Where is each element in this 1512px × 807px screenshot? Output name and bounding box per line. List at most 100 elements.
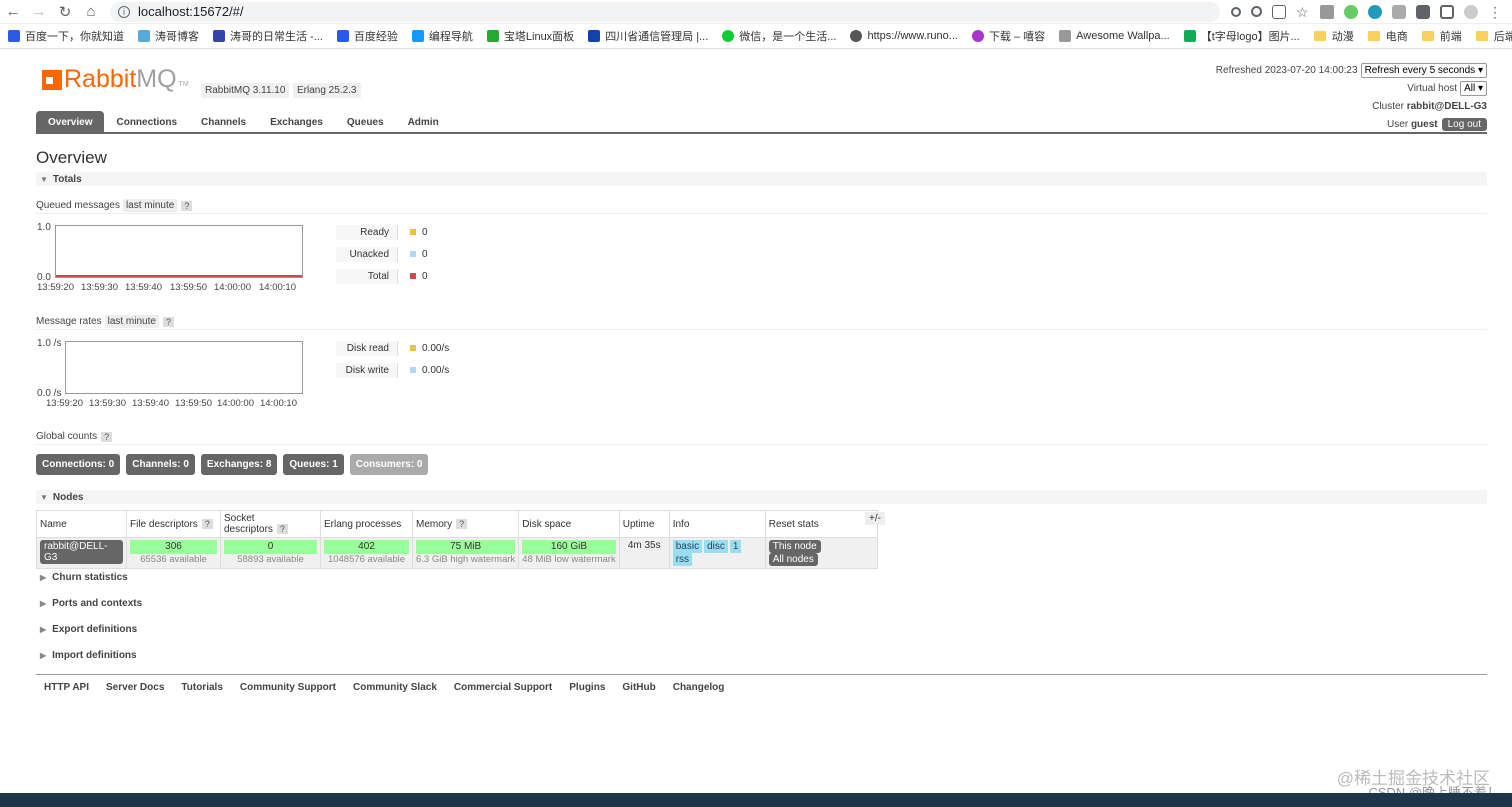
expand-arrow-icon: ▶ bbox=[40, 625, 47, 634]
queues-count-button[interactable]: Queues: 1 bbox=[283, 454, 344, 475]
global-counts: Connections: 0 Channels: 0 Exchanges: 8 … bbox=[36, 454, 429, 475]
tab-exchanges[interactable]: Exchanges bbox=[258, 111, 335, 134]
legend-label: Total bbox=[336, 268, 398, 284]
bookmark-folder[interactable]: 电商 bbox=[1367, 28, 1408, 44]
forward-icon[interactable]: → bbox=[26, 0, 52, 24]
extension-v-icon[interactable] bbox=[1320, 4, 1334, 19]
home-icon[interactable]: ⌂ bbox=[78, 0, 104, 24]
footer-link-plugins[interactable]: Plugins bbox=[569, 682, 605, 693]
channels-count-button[interactable]: Channels: 0 bbox=[126, 454, 195, 475]
main-tabs: Overview Connections Channels Exchanges … bbox=[36, 111, 1487, 134]
columns-toggle-button[interactable]: +/- bbox=[865, 512, 885, 525]
queued-range-toggle[interactable]: last minute bbox=[122, 199, 178, 212]
info-icon[interactable]: i bbox=[118, 5, 130, 18]
reset-this-node-button[interactable]: This node bbox=[768, 540, 821, 553]
zoom-icon[interactable] bbox=[1251, 6, 1262, 17]
bookmark[interactable]: Awesome Wallpa... bbox=[1059, 30, 1170, 42]
extension-u-icon[interactable] bbox=[1392, 4, 1406, 19]
ports-contexts-section[interactable]: ▶ Ports and contexts bbox=[40, 598, 142, 609]
cell-memory: 75 MiB 6.3 GiB high watermark bbox=[411, 537, 520, 569]
export-definitions-section[interactable]: ▶ Export definitions bbox=[40, 624, 137, 635]
help-icon[interactable]: ? bbox=[101, 431, 113, 442]
erlang-badge: Erlang 25.2.3 bbox=[293, 83, 361, 98]
help-icon[interactable]: ? bbox=[456, 518, 468, 529]
footer-link-commercial-support[interactable]: Commercial Support bbox=[454, 682, 552, 693]
legend-swatch[interactable] bbox=[410, 367, 416, 373]
xirong-icon bbox=[971, 30, 984, 42]
footer-link-server-docs[interactable]: Server Docs bbox=[106, 682, 164, 693]
rabbitmq-logo[interactable]: RabbitMQ TM bbox=[42, 67, 189, 92]
bookmark[interactable]: 编程导航 bbox=[411, 28, 473, 44]
totals-section-header[interactable]: ▼ Totals bbox=[36, 172, 1487, 186]
legend-swatch[interactable] bbox=[410, 229, 416, 235]
bookmark-folder[interactable]: 动漫 bbox=[1313, 28, 1354, 44]
help-icon[interactable]: ? bbox=[162, 316, 174, 327]
tab-overview[interactable]: Overview bbox=[36, 111, 105, 134]
footer-link-http-api[interactable]: HTTP API bbox=[44, 682, 89, 693]
legend-row-unacked: Unacked 0 bbox=[336, 243, 428, 265]
bookmark[interactable]: 微信，是一个生活... bbox=[722, 28, 836, 44]
star-icon[interactable]: ☆ bbox=[1296, 5, 1310, 19]
bookmark-folder[interactable]: 前端 bbox=[1421, 28, 1462, 44]
rates-label: Message rates bbox=[36, 316, 102, 327]
footer-link-changelog[interactable]: Changelog bbox=[673, 682, 725, 693]
help-icon[interactable]: ? bbox=[201, 518, 213, 529]
back-icon[interactable]: ← bbox=[0, 0, 26, 24]
legend-swatch[interactable] bbox=[410, 273, 416, 279]
legend-row-disk-read: Disk read 0.00/s bbox=[336, 337, 449, 359]
totals-title: Totals bbox=[52, 173, 82, 185]
bookmark[interactable]: 涛哥的日常生活 -... bbox=[213, 28, 323, 44]
key-icon[interactable] bbox=[1231, 6, 1241, 17]
extension-blue-icon[interactable] bbox=[1368, 4, 1382, 19]
col-uptime: Uptime bbox=[618, 510, 670, 538]
col-disk-space: Disk space bbox=[518, 510, 620, 538]
help-icon[interactable]: ? bbox=[276, 524, 288, 534]
tab-connections[interactable]: Connections bbox=[104, 111, 189, 134]
node-link[interactable]: rabbit@DELL-G3 bbox=[40, 540, 123, 564]
rates-range-toggle[interactable]: last minute bbox=[104, 315, 159, 328]
footer-link-tutorials[interactable]: Tutorials bbox=[181, 682, 222, 693]
share-icon[interactable] bbox=[1272, 4, 1286, 19]
footer-link-community-slack[interactable]: Community Slack bbox=[353, 682, 437, 693]
extension-green-icon[interactable] bbox=[1344, 4, 1358, 19]
exchanges-count-button[interactable]: Exchanges: 8 bbox=[200, 454, 278, 475]
reload-icon[interactable]: ↻ bbox=[52, 0, 78, 24]
message-rates-header: Message rates last minute ? bbox=[36, 314, 1487, 330]
global-counts-header: Global counts ? bbox=[36, 429, 1487, 445]
consumers-count-button[interactable]: Consumers: 0 bbox=[349, 454, 429, 475]
address-bar[interactable]: i localhost:15672/#/ bbox=[110, 1, 1220, 22]
reset-all-nodes-button[interactable]: All nodes bbox=[768, 553, 818, 566]
tab-channels[interactable]: Channels bbox=[189, 111, 258, 134]
legend-swatch[interactable] bbox=[410, 251, 416, 257]
refresh-select[interactable]: Refresh every 5 seconds ▾ bbox=[1360, 62, 1487, 78]
sidepanel-icon[interactable] bbox=[1440, 4, 1454, 19]
footer-link-github[interactable]: GitHub bbox=[622, 682, 655, 693]
bookmark[interactable]: 四川省通信管理局 |... bbox=[588, 28, 708, 44]
legend-value: 0 bbox=[422, 248, 428, 260]
bookmark[interactable]: 百度一下，你就知道 bbox=[8, 28, 124, 44]
import-definitions-section[interactable]: ▶ Import definitions bbox=[40, 650, 137, 661]
bookmark[interactable]: 宝塔Linux面板 bbox=[486, 28, 574, 44]
legend-row-ready: Ready 0 bbox=[336, 221, 428, 243]
bookmark[interactable]: 百度经验 bbox=[336, 28, 398, 44]
bookmark[interactable]: https://www.runo... bbox=[850, 30, 958, 42]
connections-count-button[interactable]: Connections: 0 bbox=[36, 454, 121, 475]
churn-statistics-section[interactable]: ▶ Churn statistics bbox=[40, 572, 128, 583]
bookmark[interactable]: 【t字母logo】图片... bbox=[1183, 28, 1300, 44]
bookmark[interactable]: 涛哥博客 bbox=[138, 28, 199, 44]
tab-admin[interactable]: Admin bbox=[396, 111, 451, 134]
puzzle-icon[interactable] bbox=[1416, 4, 1430, 19]
folder-icon bbox=[1475, 31, 1488, 41]
profile-icon[interactable] bbox=[1464, 4, 1478, 19]
bookmark[interactable]: 下载 – 嘻容 bbox=[971, 28, 1045, 44]
footer-link-community-support[interactable]: Community Support bbox=[240, 682, 336, 693]
nodes-section-header[interactable]: ▼ Nodes bbox=[36, 490, 1487, 504]
tab-queues[interactable]: Queues bbox=[335, 111, 396, 134]
vhost-select[interactable]: All ▾ bbox=[1460, 80, 1487, 96]
help-icon[interactable]: ? bbox=[181, 200, 193, 211]
bookmarks-bar: 百度一下，你就知道 涛哥博客 涛哥的日常生活 -... 百度经验 编程导航 宝塔… bbox=[0, 24, 1512, 49]
menu-icon[interactable]: ⋮ bbox=[1488, 5, 1502, 19]
bookmark-folder[interactable]: 后端 bbox=[1475, 28, 1512, 44]
sd-bar: 0 bbox=[224, 540, 317, 554]
legend-swatch[interactable] bbox=[410, 345, 416, 351]
